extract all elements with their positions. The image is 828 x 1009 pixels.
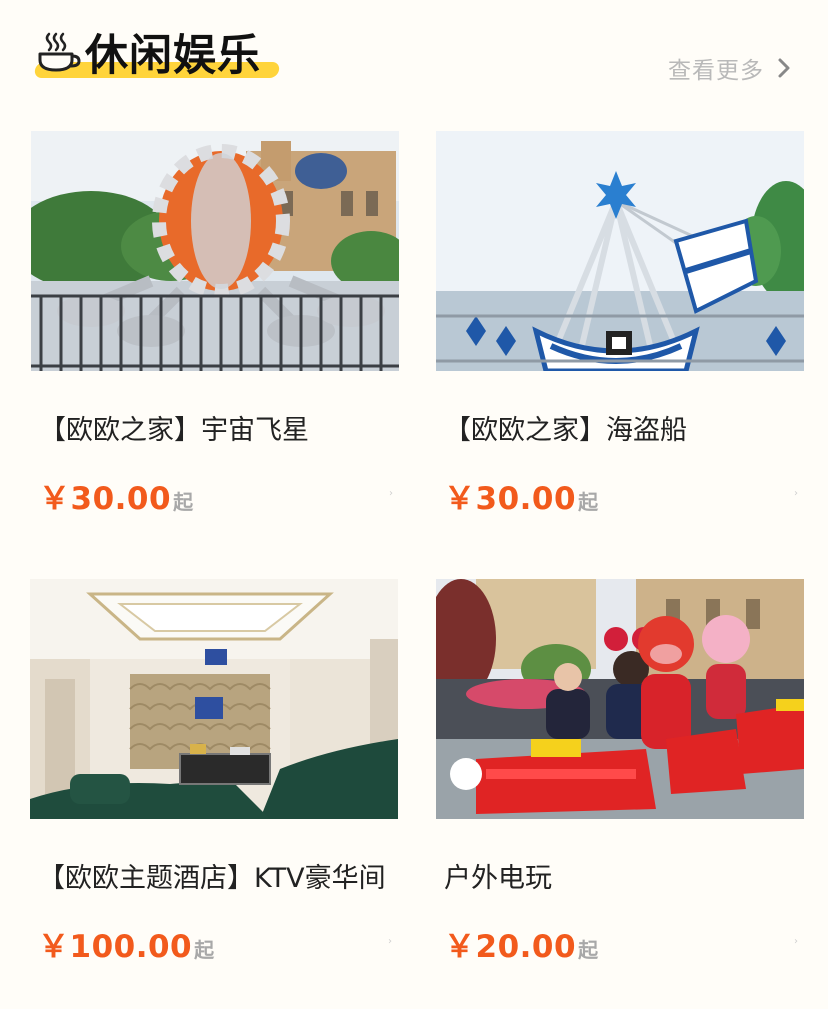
product-name: 【欧欧之家】宇宙飞星 bbox=[39, 415, 309, 446]
pirate-ship-ride-photo[interactable] bbox=[436, 131, 804, 371]
price-suffix: 起 bbox=[578, 938, 599, 962]
product-card[interactable]: 【欧欧主题酒店】KTV豪华间 ￥100.00 起 › bbox=[30, 579, 398, 1009]
product-name: 【欧欧主题酒店】KTV豪华间 bbox=[38, 863, 386, 894]
outdoor-train-ride-photo[interactable] bbox=[436, 579, 804, 819]
section-title: 休闲娱乐 bbox=[33, 28, 283, 88]
product-price: ￥30.00 起 bbox=[39, 473, 193, 518]
section-title-text: 休闲娱乐 bbox=[85, 31, 261, 81]
product-price: ￥20.00 起 bbox=[444, 921, 598, 966]
product-price: ￥30.00 起 bbox=[444, 473, 598, 518]
chevron-right-icon: › bbox=[388, 936, 392, 947]
octopus-ride-photo[interactable] bbox=[31, 131, 399, 371]
price-value: ￥100.00 bbox=[38, 929, 193, 965]
product-card[interactable]: 【欧欧之家】海盗船 ￥30.00 起 › bbox=[436, 131, 804, 561]
price-value: ￥30.00 bbox=[444, 481, 577, 517]
price-suffix: 起 bbox=[194, 938, 215, 962]
product-name: 户外电玩 bbox=[444, 863, 552, 894]
price-suffix: 起 bbox=[173, 490, 194, 514]
chevron-right-icon bbox=[778, 58, 790, 78]
chevron-right-icon: › bbox=[389, 488, 393, 499]
section-header: 休闲娱乐 查看更多 bbox=[0, 0, 828, 110]
view-more-label: 查看更多 bbox=[668, 58, 764, 84]
view-more-link[interactable]: 查看更多 bbox=[668, 50, 792, 86]
product-card[interactable]: 【欧欧之家】宇宙飞星 ￥30.00 起 › bbox=[31, 131, 399, 561]
product-price: ￥100.00 起 bbox=[38, 921, 214, 966]
price-value: ￥20.00 bbox=[444, 929, 577, 965]
coffee-cup-icon bbox=[38, 32, 81, 72]
chevron-right-icon: › bbox=[794, 488, 798, 499]
ktv-room-photo[interactable] bbox=[30, 579, 398, 819]
chevron-right-icon: › bbox=[794, 936, 798, 947]
price-suffix: 起 bbox=[578, 490, 599, 514]
product-name: 【欧欧之家】海盗船 bbox=[444, 415, 687, 446]
price-value: ￥30.00 bbox=[39, 481, 172, 517]
product-card[interactable]: 户外电玩 ￥20.00 起 › bbox=[436, 579, 804, 1009]
